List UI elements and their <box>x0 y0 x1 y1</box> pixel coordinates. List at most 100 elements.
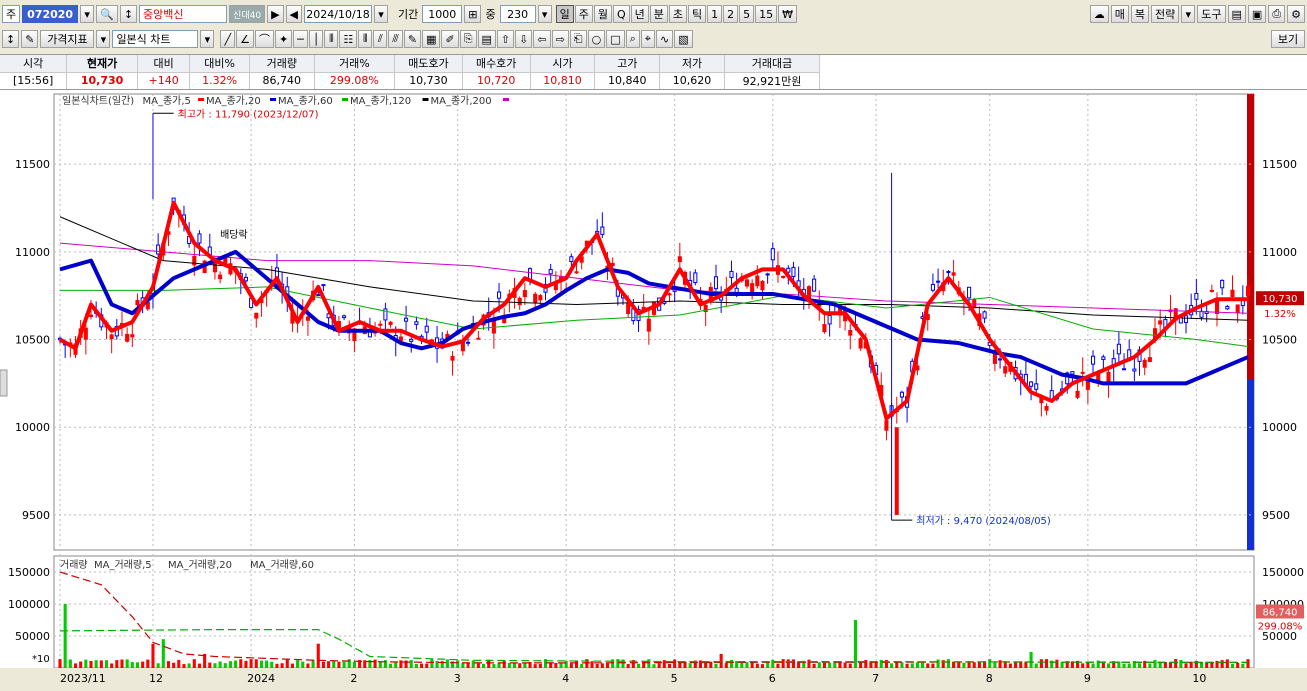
copy-icon[interactable]: ⎘ <box>459 30 477 48</box>
candle-body <box>1101 356 1106 361</box>
search-icon[interactable]: 🔍 <box>96 5 118 23</box>
left-arrow-icon[interactable]: ⇦ <box>533 30 551 48</box>
interval-button-9[interactable]: 2 <box>723 5 739 23</box>
volume-bar <box>79 661 83 668</box>
chart-type-select[interactable]: 일본식 차트 <box>112 30 199 48</box>
print-icon[interactable]: ⎙ <box>1268 5 1286 23</box>
zoom-icon[interactable]: ⌕ <box>625 30 640 48</box>
interval-button-11[interactable]: 15 <box>755 5 778 23</box>
quote-value-2: +140 <box>137 72 191 89</box>
angle-icon[interactable]: ∠ <box>236 30 254 48</box>
quote-header-0: 시각 <box>0 55 68 73</box>
volume-bar <box>1091 663 1095 668</box>
volume-bar <box>197 663 202 668</box>
grid-icon[interactable]: ☷ <box>339 30 358 48</box>
interval-button-5[interactable]: 분 <box>649 5 668 23</box>
next-icon[interactable]: ▶ <box>267 5 284 23</box>
strategy-dropdown-button[interactable]: ▾ <box>1181 5 1196 23</box>
period-input[interactable]: 1000 <box>422 5 463 23</box>
vlines-icon[interactable]: ⦀ <box>324 30 339 48</box>
sort-icon[interactable]: ↕ <box>119 5 138 23</box>
brush-icon[interactable]: ✐ <box>441 30 459 48</box>
chart-type-dropdown-button[interactable]: ▾ <box>200 30 215 48</box>
indicator-button[interactable]: 가격지표 <box>40 30 95 48</box>
channel-icon[interactable]: ⫻ <box>388 30 403 48</box>
pencil-icon[interactable]: ✎ <box>403 30 422 48</box>
multi-button[interactable]: 복 <box>1130 5 1149 23</box>
target-icon[interactable]: ⌖ <box>640 30 655 48</box>
stock-chart[interactable]: 9500 9500 10000 10000 10500 10500 11000 11000 11… <box>0 90 1307 688</box>
trade-button[interactable]: 매 <box>1110 5 1129 23</box>
grid-icon[interactable]: ⊞ <box>464 5 482 23</box>
calendar-dropdown-button[interactable]: ▾ <box>374 5 388 23</box>
indicator-dropdown-button[interactable]: ▾ <box>96 30 111 48</box>
interval-button-2[interactable]: 월 <box>593 5 612 23</box>
candle-body <box>569 256 574 263</box>
hline-icon[interactable]: ─ <box>293 30 308 48</box>
quote-header-10: 저가 <box>659 55 725 73</box>
arc-icon[interactable]: ⌒ <box>254 30 274 48</box>
volume-bar <box>574 660 579 668</box>
volume-bar <box>776 663 780 668</box>
rect-icon[interactable]: □ <box>606 30 625 48</box>
table-icon[interactable]: ▤ <box>477 30 496 48</box>
volume-bar <box>652 664 656 668</box>
text-icon[interactable]: ⎗ <box>569 30 587 48</box>
strategy-button[interactable]: 전략 <box>1151 5 1180 23</box>
price-tick-right-4: 11500 <box>1262 158 1297 171</box>
save-icon[interactable]: ▣ <box>1247 5 1267 23</box>
chart-area[interactable]: 9500 9500 10000 10000 10500 10500 11000 11000 11… <box>0 90 1307 688</box>
down-arrow-icon[interactable]: ⇩ <box>515 30 533 48</box>
volume-label: 86,740 <box>1263 607 1298 618</box>
updown-icon[interactable]: ↕ <box>2 30 20 48</box>
stock-code-input[interactable]: 072020 <box>22 5 79 23</box>
count-dropdown-button[interactable]: ▾ <box>537 5 552 23</box>
interval-button-12[interactable]: ₩ <box>778 5 798 23</box>
interval-button-3[interactable]: Q <box>612 5 630 23</box>
volume-bar <box>1236 662 1240 668</box>
code-dropdown-button[interactable]: ▾ <box>80 5 95 23</box>
pattern-icon[interactable]: ▦ <box>422 30 441 48</box>
candle-body <box>1183 315 1189 323</box>
volume-unit-label: *10 <box>32 654 50 665</box>
candle-body <box>243 276 248 282</box>
interval-button-7[interactable]: 틱 <box>688 5 707 23</box>
fibo-icon[interactable]: ⫴ <box>358 30 373 48</box>
quote-header-6: 매도호가 <box>394 55 463 73</box>
tools-button[interactable]: 도구 <box>1197 5 1226 23</box>
volume-bar <box>208 662 212 668</box>
interval-button-10[interactable]: 5 <box>739 5 755 23</box>
quote-header-9: 고가 <box>594 55 661 73</box>
month-label-5: 4 <box>562 672 569 685</box>
interval-button-1[interactable]: 주 <box>574 5 593 23</box>
prev-icon[interactable]: ◀ <box>285 5 302 23</box>
wave-icon[interactable]: ∿ <box>655 30 674 48</box>
line-icon[interactable]: ╱ <box>220 30 236 48</box>
fan-icon[interactable]: ✦ <box>274 30 293 48</box>
up-arrow-icon[interactable]: ⇧ <box>496 30 515 48</box>
quote-value-9: 10,840 <box>594 72 661 89</box>
circle-icon[interactable]: ○ <box>587 30 606 48</box>
vline-icon[interactable]: │ <box>308 30 324 48</box>
interval-button-6[interactable]: 초 <box>668 5 688 23</box>
edit-icon[interactable]: ✎ <box>21 30 39 48</box>
fill-icon[interactable]: ▧ <box>674 30 693 48</box>
view-button[interactable]: 보기 <box>1271 30 1305 48</box>
count-input[interactable]: 230 <box>499 5 536 23</box>
parallel-icon[interactable]: ⫽ <box>373 30 388 48</box>
date-input[interactable]: 2024/10/18 <box>304 5 372 23</box>
volume-bar <box>1086 662 1090 668</box>
volume-bar <box>1246 659 1250 668</box>
right-arrow-icon[interactable]: ⇨ <box>551 30 569 48</box>
cloud-icon[interactable]: ☁ <box>1089 5 1109 23</box>
volume-bar <box>523 663 527 668</box>
volume-bar <box>280 663 284 668</box>
interval-button-4[interactable]: 년 <box>630 5 649 23</box>
volume-bar <box>425 663 429 668</box>
interval-button-0[interactable]: 일 <box>555 5 574 23</box>
market-prefix[interactable]: 주 <box>2 5 21 23</box>
stock-name-field[interactable]: 중앙백신 <box>139 5 228 23</box>
folder-icon[interactable]: ▤ <box>1227 5 1246 23</box>
interval-button-8[interactable]: 1 <box>707 5 723 23</box>
wrench-icon[interactable]: ⚙ <box>1287 5 1305 23</box>
